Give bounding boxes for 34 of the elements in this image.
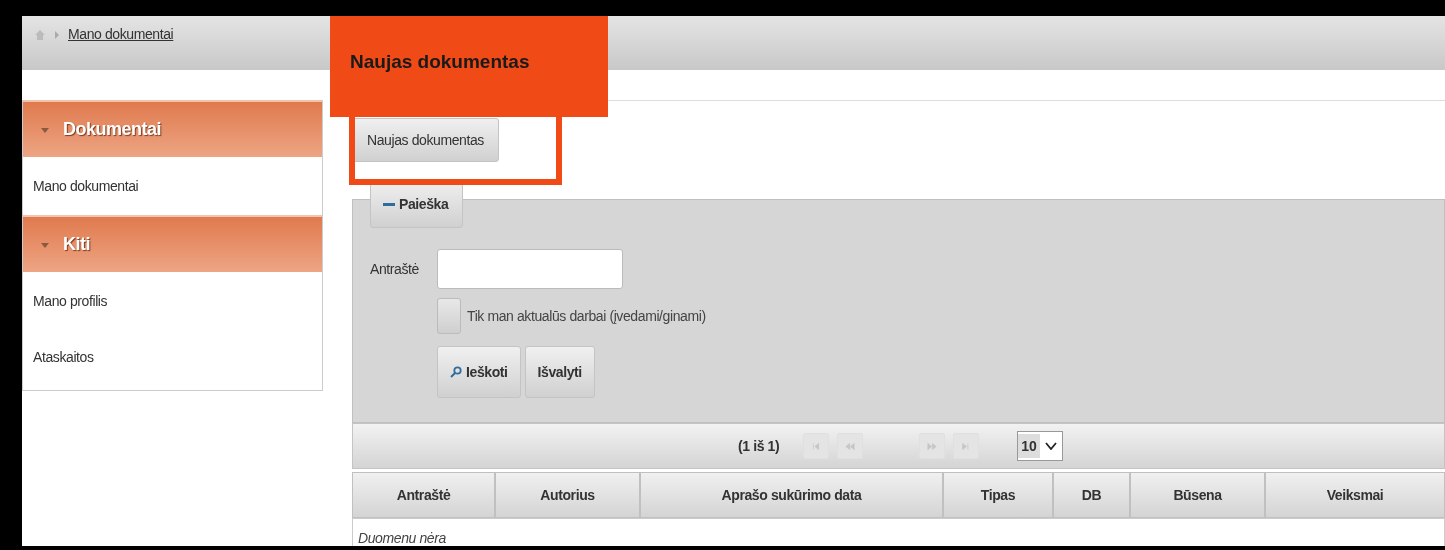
clear-button[interactable]: Išvalyti <box>524 346 595 398</box>
prev-arrow-icon <box>845 441 856 451</box>
triangle-icon <box>41 240 49 249</box>
column-header[interactable]: Tipas <box>943 472 1053 518</box>
empty-message: Duomenu nėra <box>358 530 446 546</box>
column-header[interactable]: Veiksmai <box>1265 472 1445 518</box>
new-document-button[interactable]: Naujas dokumentas <box>352 118 499 162</box>
callout-box: Naujas dokumentas <box>330 16 608 117</box>
search-icon <box>450 366 462 378</box>
checkbox[interactable] <box>437 298 461 334</box>
title-input-field[interactable] <box>437 249 623 289</box>
page-size-select[interactable]: 10 <box>1017 431 1063 461</box>
home-icon[interactable] <box>34 29 46 41</box>
field-label: Antraštė <box>370 261 420 277</box>
column-header[interactable]: Būsena <box>1130 472 1265 518</box>
column-header[interactable]: DB <box>1053 472 1130 518</box>
breadcrumb-link[interactable]: Mano dokumentai <box>68 26 174 42</box>
column-header[interactable]: Autorius <box>495 472 640 518</box>
first-arrow-icon <box>811 441 822 451</box>
section-title: Kiti <box>63 234 90 255</box>
sidebar-item[interactable]: Ataskaitos <box>23 330 322 384</box>
next-arrow-icon <box>927 441 938 451</box>
checkbox-label: Tik man aktualūs darbai (įvedami/ginami) <box>467 308 706 324</box>
last-arrow-icon <box>961 441 972 451</box>
triangle-icon <box>41 125 49 134</box>
section-title: Dokumentai <box>63 119 162 140</box>
chevron-icon <box>54 31 60 39</box>
sidebar-item[interactable]: Mano profilis <box>23 272 322 330</box>
column-header[interactable]: Aprašo sukūrimo data <box>640 472 943 518</box>
search-button[interactable]: Ieškoti <box>437 346 521 398</box>
sidebar-item[interactable]: Mano dokumentai <box>23 157 322 215</box>
caret-icon <box>1044 442 1057 450</box>
page-status: (1 iš 1) <box>738 438 780 454</box>
column-header[interactable]: Antraštė <box>352 472 495 518</box>
